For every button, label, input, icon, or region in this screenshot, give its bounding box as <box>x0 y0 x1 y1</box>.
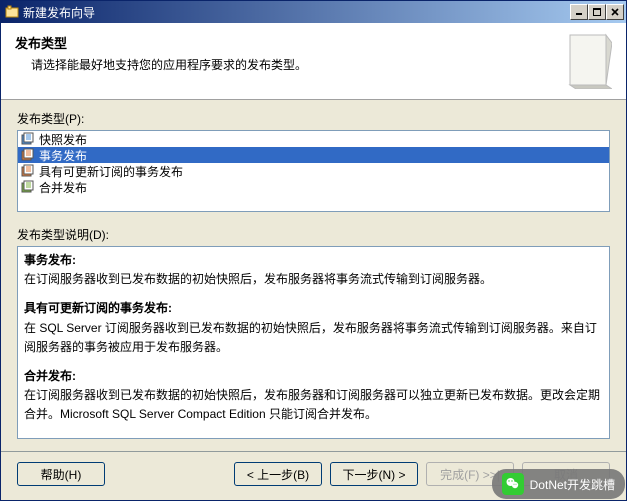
publication-icon <box>21 148 35 162</box>
page-title: 发布类型 <box>15 33 554 52</box>
description-block-body: 在订阅服务器收到已发布数据的初始快照后，发布服务器将事务流式传输到订阅服务器。 <box>24 272 492 286</box>
header-graphic <box>564 33 612 89</box>
description-block: 具有可更新订阅的事务发布: 在 SQL Server 订阅服务器收到已发布数据的初… <box>24 299 603 357</box>
publication-type-listbox[interactable]: 快照发布事务发布具有可更新订阅的事务发布合并发布 <box>17 130 610 212</box>
wizard-window: 新建发布向导 发布类型 请选择能最好地支持您的应用程序要求的发布类型。 发布类型… <box>0 0 627 501</box>
help-button[interactable]: 帮助(H) <box>17 462 105 486</box>
list-item-label: 快照发布 <box>39 131 87 148</box>
titlebar: 新建发布向导 <box>1 1 626 23</box>
publication-icon <box>21 132 35 146</box>
list-item-label: 具有可更新订阅的事务发布 <box>39 163 183 180</box>
minimize-button[interactable] <box>570 4 588 20</box>
description-block-title: 事务发布: <box>24 253 76 267</box>
description-block-title: 具有可更新订阅的事务发布: <box>24 301 172 315</box>
finish-button: 完成(F) >>| <box>426 462 514 486</box>
publication-type-label: 发布类型(P): <box>17 110 610 127</box>
list-item[interactable]: 合并发布 <box>18 179 609 195</box>
description-block-body: 在订阅服务器收到已发布数据的初始快照后，发布服务器和订阅服务器可以独立更新已发布… <box>24 388 600 421</box>
publication-icon <box>21 180 35 194</box>
description-block: 事务发布: 在订阅服务器收到已发布数据的初始快照后，发布服务器将事务流式传输到订阅… <box>24 251 603 289</box>
footer: 帮助(H) < 上一步(B) 下一步(N) > 完成(F) >>| 取消 <box>1 452 626 500</box>
description-textbox[interactable]: 事务发布: 在订阅服务器收到已发布数据的初始快照后，发布服务器将事务流式传输到订阅… <box>17 246 610 439</box>
window-controls <box>570 4 624 20</box>
back-button[interactable]: < 上一步(B) <box>234 462 322 486</box>
window-title: 新建发布向导 <box>23 4 570 21</box>
list-item[interactable]: 事务发布 <box>18 147 609 163</box>
description-block-title: 合并发布: <box>24 369 76 383</box>
description-block: 合并发布: 在订阅服务器收到已发布数据的初始快照后，发布服务器和订阅服务器可以独立… <box>24 367 603 425</box>
content-area: 发布类型(P): 快照发布事务发布具有可更新订阅的事务发布合并发布 发布类型说明… <box>1 100 626 445</box>
wizard-header: 发布类型 请选择能最好地支持您的应用程序要求的发布类型。 <box>1 23 626 100</box>
cancel-button: 取消 <box>522 462 610 486</box>
list-item-label: 合并发布 <box>39 179 87 196</box>
description-label: 发布类型说明(D): <box>17 226 610 243</box>
app-icon <box>5 5 19 19</box>
close-button[interactable] <box>606 4 624 20</box>
description-block-body: 在 SQL Server 订阅服务器收到已发布数据的初始快照后，发布服务器将事务… <box>24 321 597 354</box>
page-subtitle: 请选择能最好地支持您的应用程序要求的发布类型。 <box>31 56 554 73</box>
next-button[interactable]: 下一步(N) > <box>330 462 418 486</box>
header-text: 发布类型 请选择能最好地支持您的应用程序要求的发布类型。 <box>15 33 554 73</box>
list-item[interactable]: 具有可更新订阅的事务发布 <box>18 163 609 179</box>
list-item[interactable]: 快照发布 <box>18 131 609 147</box>
maximize-button[interactable] <box>588 4 606 20</box>
list-item-label: 事务发布 <box>39 147 87 164</box>
publication-icon <box>21 164 35 178</box>
